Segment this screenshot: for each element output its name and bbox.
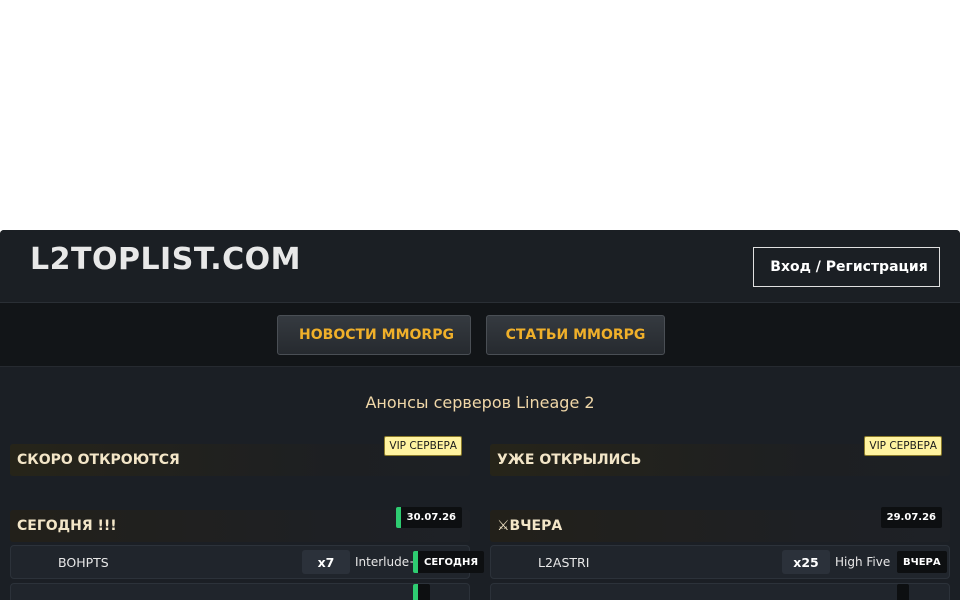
server-rate: x25 (782, 550, 830, 574)
opened-title: УЖЕ ОТКРЫЛИСЬ (497, 452, 642, 468)
articles-mmorpg-button[interactable]: СТАТЬИ MMORPG (486, 315, 665, 355)
today-header: СЕГОДНЯ !!! 30.07.26 (10, 507, 470, 542)
server-row[interactable]: L2ASTRI x25 High Five ВЧЕРА (490, 545, 950, 579)
server-chronicle: Interlude+ (355, 555, 420, 569)
server-chronicle: High Five (835, 555, 891, 569)
news-mmorpg-label: НОВОСТИ MMORPG (299, 327, 454, 343)
news-mmorpg-button[interactable]: НОВОСТИ MMORPG (277, 315, 471, 355)
site-container: L2TOPLIST.COM Вход / Регистрация НОВОСТИ… (0, 230, 960, 600)
yesterday-title: ⚔ВЧЕРА (497, 518, 563, 534)
today-title: СЕГОДНЯ !!! (17, 518, 117, 534)
upcoming-header: СКОРО ОТКРОЮТСЯ VIP СЕРВЕРА (10, 436, 470, 476)
server-row[interactable] (490, 583, 950, 600)
blank-area (0, 0, 960, 230)
server-name[interactable]: BOHPTS (58, 555, 109, 570)
vip-servers-badge[interactable]: VIP СЕРВЕРА (384, 436, 462, 456)
server-status (413, 584, 430, 600)
today-date-badge: 30.07.26 (395, 507, 462, 528)
server-row[interactable] (10, 583, 470, 600)
top-bar: L2TOPLIST.COM Вход / Регистрация (0, 230, 960, 303)
vip-servers-badge[interactable]: VIP СЕРВЕРА (864, 436, 942, 456)
server-rate: x7 (302, 550, 350, 574)
announcements-section: Анонсы серверов Lineage 2 СКОРО ОТКРОЮТС… (0, 367, 960, 600)
upcoming-column: СКОРО ОТКРОЮТСЯ VIP СЕРВЕРА СЕГОДНЯ !!! … (10, 436, 485, 600)
opened-header: УЖЕ ОТКРЫЛИСЬ VIP СЕРВЕРА (490, 436, 950, 476)
server-status: ВЧЕРА (897, 551, 947, 573)
nav-bar: НОВОСТИ MMORPG СТАТЬИ MMORPG (0, 303, 960, 367)
articles-mmorpg-label: СТАТЬИ MMORPG (505, 327, 646, 343)
section-title: Анонсы серверов Lineage 2 (365, 393, 595, 412)
server-status (897, 584, 909, 600)
site-logo[interactable]: L2TOPLIST.COM (30, 242, 301, 277)
server-status: СЕГОДНЯ (413, 551, 485, 573)
upcoming-title: СКОРО ОТКРОЮТСЯ (17, 452, 180, 468)
opened-column: УЖЕ ОТКРЫЛИСЬ VIP СЕРВЕРА ⚔ВЧЕРА 29.07.2… (490, 436, 950, 600)
server-row[interactable]: BOHPTS x7 Interlude+ СЕГОДНЯ (10, 545, 485, 579)
login-register-label: Вход / Регистрация (770, 259, 928, 275)
login-register-button[interactable]: Вход / Регистрация (753, 247, 940, 287)
server-name[interactable]: L2ASTRI (538, 555, 589, 570)
yesterday-date-badge: 29.07.26 (880, 507, 942, 528)
yesterday-header: ⚔ВЧЕРА 29.07.26 (490, 507, 950, 542)
